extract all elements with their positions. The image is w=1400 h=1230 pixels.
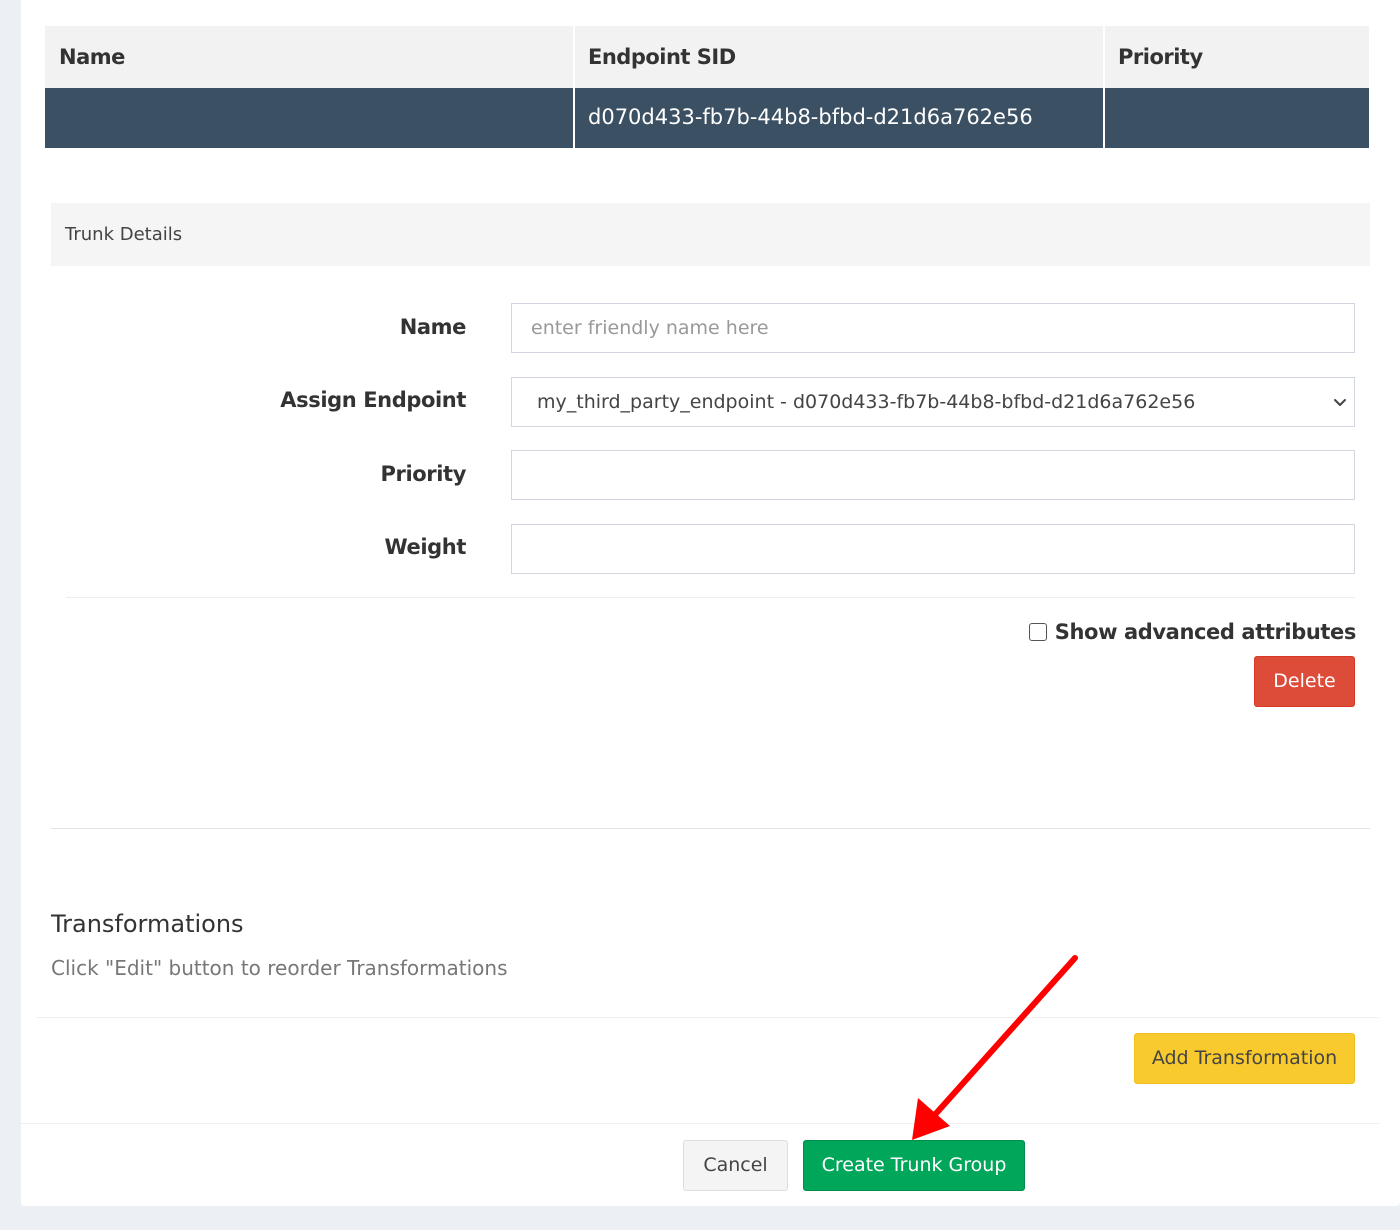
advanced-attributes-toggle[interactable]: Show advanced attributes [1028,619,1357,645]
chevron-down-icon [1334,399,1346,406]
name-input[interactable] [511,303,1355,353]
weight-label: Weight [384,535,467,559]
priority-label: Priority [380,462,467,486]
footer-divider [21,1123,1379,1124]
create-trunk-group-button[interactable]: Create Trunk Group [803,1140,1025,1191]
trunk-details-panel: Trunk Details Name Assign Endpoint my_th… [51,203,1370,829]
section-divider [36,1017,1379,1018]
transformations-help: Click "Edit" button to reorder Transform… [51,956,508,980]
cancel-button[interactable]: Cancel [683,1140,788,1191]
panel-title: Trunk Details [65,224,183,245]
add-transformation-button[interactable]: Add Transformation [1134,1033,1355,1084]
delete-button[interactable]: Delete [1254,656,1355,707]
form-divider [66,597,1355,598]
table-header-row: Name Endpoint SID Priority [45,26,1369,88]
name-label: Name [399,315,467,339]
assign-endpoint-select[interactable]: my_third_party_endpoint - d070d433-fb7b-… [511,377,1355,427]
advanced-attributes-checkbox[interactable] [1028,623,1047,641]
priority-input[interactable] [511,450,1355,500]
cell-priority [1104,88,1118,148]
trunk-table: Name Endpoint SID Priority d070d433-fb7b… [45,26,1369,148]
column-header-endpoint-sid: Endpoint SID [588,45,736,69]
panel-header: Trunk Details [51,203,1370,266]
column-divider [573,26,575,148]
weight-input[interactable] [511,524,1355,574]
transformations-title: Transformations [51,910,244,938]
table-row[interactable]: d070d433-fb7b-44b8-bfbd-d21d6a762e56 [45,88,1369,148]
column-header-priority: Priority [1118,45,1203,69]
cell-endpoint-sid: d070d433-fb7b-44b8-bfbd-d21d6a762e56 [588,105,1033,129]
cell-name [45,88,59,148]
column-header-name: Name [59,45,125,69]
assign-endpoint-label: Assign Endpoint [280,388,466,412]
advanced-attributes-label: Show advanced attributes [1054,620,1357,644]
assign-endpoint-value: my_third_party_endpoint - d070d433-fb7b-… [537,391,1196,413]
column-divider [1103,26,1105,148]
